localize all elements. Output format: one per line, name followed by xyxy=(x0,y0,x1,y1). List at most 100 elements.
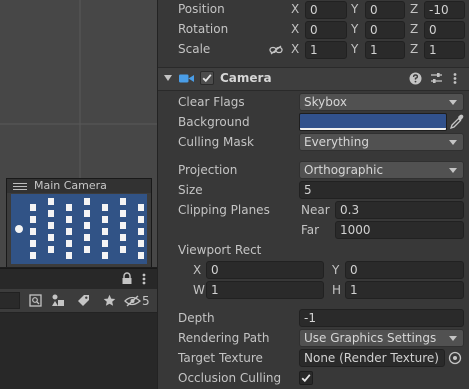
culling-mask-dropdown[interactable]: Everything xyxy=(299,133,464,151)
hierarchy-toolbar: 5 xyxy=(0,289,157,313)
viewport-y-axis[interactable]: Y xyxy=(332,263,339,278)
rotation-label: Rotation xyxy=(178,22,229,36)
culling-mask-value: Everything xyxy=(304,135,369,149)
rotation-y-field[interactable]: 0 xyxy=(365,21,405,39)
target-texture-field[interactable]: None (Render Texture) xyxy=(299,349,445,367)
position-z-field[interactable]: -10 xyxy=(424,1,465,19)
target-texture-label: Target Texture xyxy=(178,351,263,365)
scale-x-field[interactable]: 1 xyxy=(305,41,347,59)
drag-handle-icon[interactable] xyxy=(13,183,27,190)
more-menu-icon[interactable] xyxy=(141,272,147,286)
scene-tile xyxy=(84,246,90,253)
camera-icon xyxy=(179,73,194,84)
near-clip-field[interactable]: 0.3 xyxy=(335,201,464,219)
scale-y-axis[interactable]: Y xyxy=(351,42,358,57)
clear-flags-dropdown[interactable]: Skybox xyxy=(299,93,464,111)
position-x-field[interactable]: 0 xyxy=(305,1,347,19)
viewport-w-field[interactable]: 1 xyxy=(206,281,324,299)
eyedropper-icon[interactable] xyxy=(449,114,464,130)
camera-enabled-checkbox[interactable] xyxy=(200,71,214,85)
rotation-y-axis[interactable]: Y xyxy=(351,22,358,37)
rotation-z-field[interactable]: 0 xyxy=(424,21,465,39)
scene-tile xyxy=(138,252,144,259)
presets-sliders-icon[interactable] xyxy=(430,72,443,85)
projection-label: Projection xyxy=(178,163,238,177)
foldout-arrow-icon[interactable] xyxy=(164,75,172,81)
help-icon[interactable] xyxy=(409,72,422,85)
clear-flags-label: Clear Flags xyxy=(178,95,245,109)
hierarchy-header xyxy=(0,268,157,289)
scene-tile xyxy=(120,210,126,217)
clear-flags-value: Skybox xyxy=(304,95,347,109)
hidden-objects-toggle[interactable]: 5 xyxy=(124,292,154,309)
far-clip-field[interactable]: 1000 xyxy=(335,221,464,239)
position-z-axis[interactable]: Z xyxy=(410,2,418,17)
viewport-w-axis[interactable]: W xyxy=(193,283,205,298)
scene-tile xyxy=(66,240,72,247)
viewport-x-axis[interactable]: X xyxy=(193,263,201,278)
scene-tile xyxy=(120,222,126,229)
background-color-field[interactable] xyxy=(299,113,447,131)
rotation-z-axis[interactable]: Z xyxy=(410,22,418,37)
filter-components-icon[interactable] xyxy=(49,292,67,309)
rotation-x-axis[interactable]: X xyxy=(291,22,299,37)
search-by-type-icon[interactable] xyxy=(26,292,44,309)
rendering-path-label: Rendering Path xyxy=(178,331,270,345)
scene-view[interactable]: Main Camera xyxy=(0,0,157,267)
chevron-down-icon xyxy=(449,336,457,341)
size-field[interactable]: 5 xyxy=(299,181,464,199)
scale-y-field[interactable]: 1 xyxy=(365,41,405,59)
culling-mask-label: Culling Mask xyxy=(178,135,254,149)
label-tag-icon[interactable] xyxy=(74,292,92,309)
scale-z-field[interactable]: 1 xyxy=(424,41,465,59)
scene-tile xyxy=(30,204,36,211)
camera-component-title: Camera xyxy=(220,71,272,85)
camera-preview-titlebar[interactable]: Main Camera xyxy=(7,179,151,193)
object-picker-icon[interactable] xyxy=(448,351,462,365)
near-label[interactable]: Near xyxy=(301,203,330,218)
link-scale-icon[interactable] xyxy=(269,44,283,55)
component-menu-icon[interactable] xyxy=(452,72,458,86)
depth-field[interactable]: -1 xyxy=(299,309,464,327)
rendering-path-value: Use Graphics Settings xyxy=(304,331,437,345)
favorites-star-icon[interactable] xyxy=(100,292,118,309)
scene-tile xyxy=(66,204,72,211)
scale-x-axis[interactable]: X xyxy=(291,42,299,57)
projection-dropdown[interactable]: Orthographic xyxy=(299,161,464,179)
size-label: Size xyxy=(178,183,203,197)
scale-z-axis[interactable]: Z xyxy=(410,42,418,57)
position-y-axis[interactable]: Y xyxy=(351,2,358,17)
viewport-x-field[interactable]: 0 xyxy=(206,261,324,279)
eye-slash-icon xyxy=(124,294,141,307)
far-label[interactable]: Far xyxy=(301,223,319,238)
scene-tile xyxy=(102,228,108,235)
scene-tile xyxy=(30,228,36,235)
position-y-field[interactable]: 0 xyxy=(365,1,405,19)
background-label: Background xyxy=(178,115,250,129)
scene-tile xyxy=(102,252,108,259)
camera-preview-window[interactable]: Main Camera xyxy=(6,178,152,267)
scene-tile xyxy=(30,252,36,259)
scene-tile xyxy=(84,198,90,205)
rendering-path-dropdown[interactable]: Use Graphics Settings xyxy=(299,329,464,347)
scene-tile xyxy=(48,234,54,241)
scene-tile xyxy=(120,234,126,241)
viewport-h-axis[interactable]: H xyxy=(332,283,341,298)
hierarchy-list[interactable] xyxy=(0,313,157,389)
viewport-rect-label: Viewport Rect xyxy=(178,243,262,257)
occlusion-culling-checkbox[interactable] xyxy=(299,371,313,385)
scene-tile xyxy=(120,198,126,205)
viewport-h-field[interactable]: 1 xyxy=(345,281,464,299)
lock-icon[interactable] xyxy=(121,272,133,285)
scene-ball xyxy=(15,225,23,233)
hierarchy-search-input[interactable] xyxy=(0,292,20,309)
position-x-axis[interactable]: X xyxy=(291,2,299,17)
rotation-x-field[interactable]: 0 xyxy=(305,21,347,39)
scene-tile xyxy=(66,252,72,259)
chevron-down-icon xyxy=(449,100,457,105)
scene-tile xyxy=(138,228,144,235)
scene-tile xyxy=(84,222,90,229)
camera-component-header[interactable]: Camera xyxy=(158,67,469,91)
scene-tile xyxy=(138,240,144,247)
viewport-y-field[interactable]: 0 xyxy=(345,261,464,279)
